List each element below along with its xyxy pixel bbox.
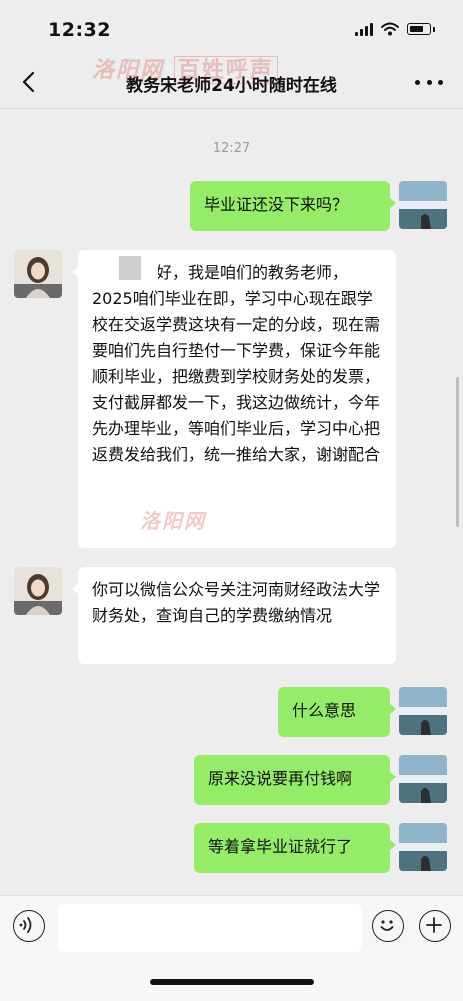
user-avatar[interactable] (399, 755, 447, 803)
status-icons (355, 22, 435, 36)
redacted-name-block (119, 256, 141, 280)
message-timestamp: 12:27 (212, 141, 251, 156)
message-text: 什么意思 (292, 701, 357, 720)
status-time: 12:32 (48, 19, 111, 41)
chat-title: 教务宋老师24小时随时在线 (126, 76, 337, 96)
chat-header: 教务宋老师24小时随时在线 (0, 58, 463, 109)
message-bubble-outgoing[interactable]: 什么意思 (278, 687, 396, 737)
message-text: 你可以微信公众号关注河南财经政法大学财务处，查询自己的学费缴纳情况 (92, 580, 381, 625)
voice-icon[interactable] (13, 910, 45, 942)
message-text: 原来没说要再付钱啊 (208, 769, 353, 788)
message-bubble-incoming[interactable]: 你可以微信公众号关注河南财经政法大学财务处，查询自己的学费缴纳情况 (72, 567, 396, 664)
message-text: 毕业证还没下来吗？ (204, 195, 349, 214)
message-bubble-outgoing[interactable]: 等着拿毕业证就行了 (194, 823, 396, 873)
message-bubble-outgoing[interactable]: 毕业证还没下来吗？ (190, 181, 396, 231)
emoji-icon[interactable] (372, 910, 404, 942)
input-bar (0, 895, 463, 1001)
user-avatar[interactable] (399, 687, 447, 735)
message-text: 等着拿毕业证就行了 (208, 837, 353, 856)
message-bubble-outgoing[interactable]: 原来没说要再付钱啊 (194, 755, 396, 805)
chat-area[interactable]: 12:27 毕业证还没下来吗？ 同学，你好，我是咱们的教务老师，2025咱们毕业… (0, 109, 463, 895)
plus-icon[interactable] (419, 910, 451, 942)
message-bubble-incoming[interactable]: 同学，你好，我是咱们的教务老师，2025咱们毕业在即，学习中心现在跟学校在交返学… (72, 250, 396, 548)
message-input[interactable] (58, 904, 362, 952)
teacher-avatar[interactable] (14, 250, 62, 298)
scrollbar[interactable] (456, 377, 459, 527)
user-avatar[interactable] (399, 823, 447, 871)
home-indicator[interactable] (150, 979, 314, 985)
battery-icon (407, 23, 431, 35)
signal-icon (355, 22, 373, 36)
battery-tip (433, 26, 435, 32)
user-avatar[interactable] (399, 181, 447, 229)
teacher-avatar[interactable] (14, 567, 62, 615)
more-dots-icon[interactable] (415, 72, 443, 92)
message-text: 同学，你好，我是咱们的教务老师，2025咱们毕业在即，学习中心现在跟学校在交返学… (92, 263, 381, 464)
status-bar: 12:32 (0, 0, 463, 58)
wifi-icon (381, 22, 399, 36)
back-arrow-icon[interactable] (18, 70, 42, 94)
